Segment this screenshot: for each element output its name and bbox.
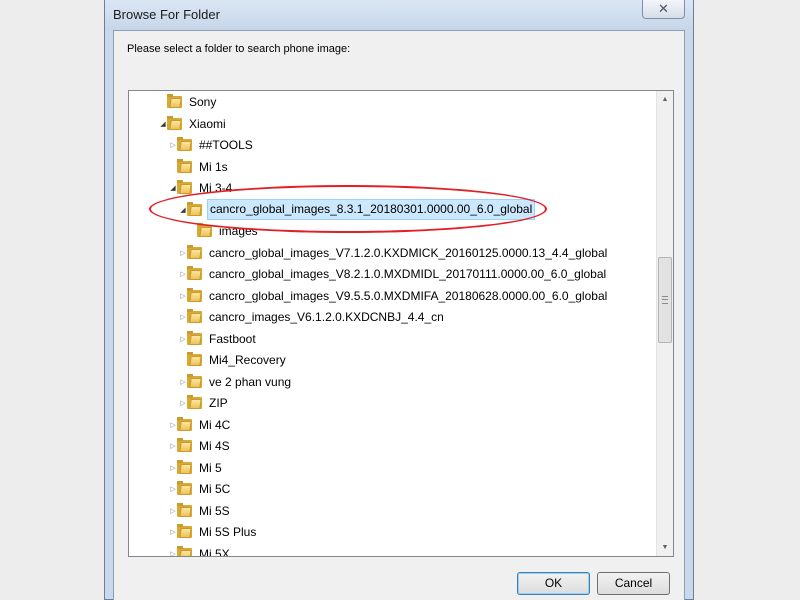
scroll-down-icon: ▼ [661, 544, 669, 551]
folder-icon [167, 94, 182, 108]
title-bar[interactable]: Browse For Folder ✕ [105, 0, 693, 30]
tree-item-label[interactable]: Mi 1s [197, 157, 230, 178]
tree-item-label[interactable]: ve 2 phan vung [207, 372, 293, 393]
tree-item-label[interactable]: images [217, 221, 260, 242]
folder-icon [177, 459, 192, 474]
folder-icon [177, 137, 192, 151]
folder-icon [177, 158, 192, 173]
scroll-thumb[interactable] [658, 257, 672, 343]
folder-icon [187, 309, 202, 323]
tree-item-label[interactable]: Mi 5X [197, 544, 232, 557]
folder-icon [167, 115, 182, 130]
folder-icon [187, 352, 202, 366]
tree-item-label[interactable]: Sony [187, 92, 218, 113]
folder-icon [187, 373, 202, 388]
folder-icon [177, 180, 192, 194]
tree-item-label[interactable]: cancro_images_V6.1.2.0.KXDCNBJ_4.4_cn [207, 307, 446, 328]
folder-tree[interactable]: Sony ◢ Xiaomi ▷ ##TOOLS Mi 1s ◢ Mi 3-4 ◢ cancro_g… [128, 90, 674, 557]
folder-icon [177, 545, 192, 556]
tree-item-label[interactable]: cancro_global_images_V7.1.2.0.KXDMICK_20… [207, 243, 609, 264]
folder-icon [177, 524, 192, 538]
browse-for-folder-dialog: Browse For Folder ✕ Please select a fold… [104, 0, 694, 600]
dialog-body: Please select a folder to search phone i… [113, 30, 685, 600]
tree-item-label[interactable]: cancro_global_images_V9.5.5.0.MXDMIFA_20… [207, 286, 609, 307]
tree-item-label[interactable]: Mi 5S [197, 501, 232, 522]
tree-item-label[interactable]: Mi 5C [197, 479, 232, 500]
tree-item-label[interactable]: cancro_global_images_8.3.1_20180301.0000… [207, 198, 536, 220]
tree-item-label[interactable]: Mi4_Recovery [207, 350, 288, 371]
folder-icon [177, 481, 192, 495]
vertical-scrollbar[interactable]: ▲ ▼ [656, 91, 673, 556]
close-icon: ✕ [658, 1, 669, 16]
tree-item-label[interactable]: Mi 4S [197, 436, 232, 457]
folder-icon [187, 330, 202, 345]
folder-icon [187, 201, 202, 216]
tree-item-label[interactable]: ##TOOLS [197, 135, 255, 156]
tree-item-label[interactable]: Mi 5S Plus [197, 522, 258, 543]
close-button[interactable]: ✕ [642, 0, 685, 19]
folder-icon [177, 438, 192, 452]
folder-icon [197, 223, 212, 237]
dialog-title: Browse For Folder [113, 7, 220, 22]
tree-item-label[interactable]: Mi 3-4 [197, 178, 234, 199]
tree-item-label[interactable]: Mi 4C [197, 415, 232, 436]
folder-icon [187, 244, 202, 259]
folder-icon [177, 416, 192, 431]
folder-icon [187, 287, 202, 302]
folder-icon [187, 266, 202, 280]
ok-button[interactable]: OK [517, 572, 590, 595]
instruction-text: Please select a folder to search phone i… [127, 43, 351, 55]
tree-item-label[interactable]: Xiaomi [187, 114, 228, 135]
tree-item-label[interactable]: Fastboot [207, 329, 258, 350]
grip-icon [662, 296, 668, 304]
tree-item-label[interactable]: Mi 5 [197, 458, 224, 479]
scroll-down-button[interactable]: ▼ [657, 539, 673, 556]
folder-icon [187, 395, 202, 409]
scroll-up-icon: ▲ [661, 96, 669, 103]
cancel-button[interactable]: Cancel [597, 572, 670, 595]
tree-item-label[interactable]: ZIP [207, 393, 230, 414]
folder-icon [177, 502, 192, 517]
scroll-up-button[interactable]: ▲ [657, 91, 673, 108]
tree-item-label[interactable]: cancro_global_images_V8.2.1.0.MXDMIDL_20… [207, 264, 608, 285]
